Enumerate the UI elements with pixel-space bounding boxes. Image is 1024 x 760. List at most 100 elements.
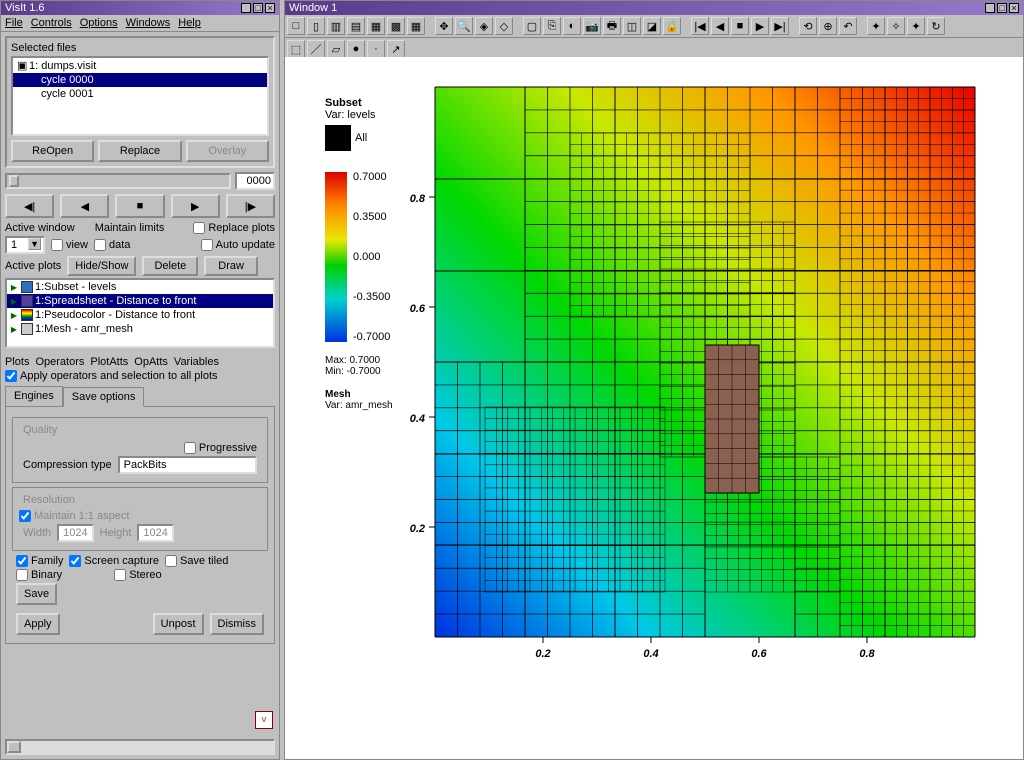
toggle-spin-icon[interactable]: ↻ [927,17,945,35]
save-button[interactable]: Save [16,583,57,605]
box-tool-icon[interactable]: ⬚ [287,40,305,58]
plot-list[interactable]: ▶1:Subset - levels ▶1:Spreadsheet - Dist… [5,278,275,348]
menu-help[interactable]: Help [178,17,201,29]
layout-4-icon[interactable]: ▦ [367,17,385,35]
draw-button[interactable]: Draw [204,256,258,276]
expand-icon[interactable]: ▶ [9,310,19,320]
xy-view-icon[interactable]: ✦ [867,17,885,35]
navigate-icon[interactable]: ✥ [435,17,453,35]
plot-item-1[interactable]: ▶1:Spreadsheet - Distance to front [7,294,273,308]
menu-file[interactable]: File [5,17,23,29]
opatts-menu[interactable]: OpAtts [134,356,168,368]
yz-view-icon[interactable]: ✦ [907,17,925,35]
horizontal-scrollbar[interactable] [5,739,275,755]
delete-button[interactable]: Delete [142,256,198,276]
fast-forward-button[interactable]: |▶ [226,194,275,218]
width-input[interactable]: 1024 [57,524,93,542]
close-icon[interactable]: × [265,3,275,13]
layout-2h-icon[interactable]: ▥ [327,17,345,35]
perspective-icon[interactable]: ◪ [643,17,661,35]
expand-icon[interactable]: ▶ [9,324,19,334]
menu-windows[interactable]: Windows [126,17,171,29]
active-window-dropdown[interactable]: 1 [5,236,45,254]
step-back-button[interactable]: ◀ [60,194,109,218]
axis-tool-icon[interactable]: ↗ [387,40,405,58]
progressive-checkbox[interactable]: Progressive [184,442,257,454]
maximize-icon[interactable]: □ [253,3,263,13]
layout-9-icon[interactable]: ▦ [407,17,425,35]
xz-view-icon[interactable]: ✧ [887,17,905,35]
line-tool-icon[interactable]: ／ [307,40,325,58]
invert-bg-icon[interactable]: ◐ [563,17,581,35]
layout-1-icon[interactable]: ▯ [307,17,325,35]
menu-options[interactable]: Options [80,17,118,29]
tree-minus-icon[interactable]: ▣ [17,59,25,72]
undo-view-icon[interactable]: ↶ [839,17,857,35]
anim-last-icon[interactable]: ▶| [771,17,789,35]
menu-controls[interactable]: Controls [31,17,72,29]
sphere-tool-icon[interactable]: ● [347,40,365,58]
apply-button[interactable]: Apply [16,613,60,635]
visualization-area[interactable]: Subset Var: levels All 0.7000 0.3500 0.0… [285,57,1023,759]
clear-icon[interactable]: ▢ [523,17,541,35]
anim-play-icon[interactable]: ▶ [751,17,769,35]
file-item-1[interactable]: cycle 0001 [13,87,267,101]
plot-item-0[interactable]: ▶1:Subset - levels [7,280,273,294]
save-tiled-checkbox[interactable]: Save tiled [165,555,228,567]
anim-first-icon[interactable]: |◀ [691,17,709,35]
unpost-button[interactable]: Unpost [153,613,204,635]
scrollbar-thumb[interactable] [7,741,21,753]
recenter-icon[interactable]: ⊕ [819,17,837,35]
hideshow-button[interactable]: Hide/Show [67,256,136,276]
zoom-icon[interactable]: 🔍 [455,17,473,35]
stereo-checkbox[interactable]: Stereo [114,569,161,581]
apply-all-checkbox[interactable]: Apply operators and selection to all plo… [5,370,218,382]
family-checkbox[interactable]: Family [16,555,63,567]
file-list[interactable]: ▣ 1: dumps.visit cycle 0000 cycle 0001 [11,56,269,136]
new-window-icon[interactable]: □ [287,17,305,35]
file-dataset[interactable]: ▣ 1: dumps.visit [13,58,267,73]
anim-stop-icon[interactable]: ■ [731,17,749,35]
play-button[interactable]: ▶ [171,194,220,218]
layout-6-icon[interactable]: ▩ [387,17,405,35]
plot-canvas[interactable]: 0.2 0.4 0.6 0.8 0.2 0.4 0.6 0.8 [285,57,1024,757]
expand-icon[interactable]: ▶ [9,296,19,306]
screen-capture-checkbox[interactable]: Screen capture [69,555,159,567]
lock-view-icon[interactable]: 🔒 [663,17,681,35]
replace-button[interactable]: Replace [98,140,181,162]
auto-update-checkbox[interactable]: Auto update [201,239,275,251]
operators-menu[interactable]: Operators [35,356,84,368]
plot-item-2[interactable]: ▶1:Pseudocolor - Distance to front [7,308,273,322]
plotatts-menu[interactable]: PlotAtts [90,356,128,368]
reset-view-icon[interactable]: ⟲ [799,17,817,35]
height-input[interactable]: 1024 [137,524,173,542]
plane-tool-icon[interactable]: ▱ [327,40,345,58]
rewind-button[interactable]: ◀| [5,194,54,218]
stop-button[interactable]: ■ [115,194,164,218]
save-image-icon[interactable]: 📷 [583,17,601,35]
zone-pick-icon[interactable]: ◈ [475,17,493,35]
expand-icon[interactable]: ▶ [9,282,19,292]
data-checkbox[interactable]: data [94,239,130,251]
file-item-0[interactable]: cycle 0000 [13,73,267,87]
view-checkbox[interactable]: view [51,239,88,251]
print-icon[interactable]: 🖶 [603,17,621,35]
layout-2v-icon[interactable]: ▤ [347,17,365,35]
dismiss-button[interactable]: Dismiss [210,613,265,635]
variables-menu[interactable]: Variables [174,356,219,368]
time-counter[interactable]: 0000 [235,172,275,190]
slider-thumb[interactable] [9,175,19,187]
anim-back-icon[interactable]: ◀ [711,17,729,35]
time-slider[interactable] [5,173,231,189]
copy-icon[interactable]: ⎘ [543,17,561,35]
point-tool-icon[interactable]: · [367,40,385,58]
node-pick-icon[interactable]: ◇ [495,17,513,35]
maintain-aspect-checkbox[interactable]: Maintain 1:1 aspect [19,510,261,522]
plot-item-3[interactable]: ▶1:Mesh - amr_mesh [7,322,273,336]
compression-input[interactable]: PackBits [118,456,257,474]
maximize-icon[interactable]: □ [997,3,1007,13]
replace-plots-checkbox[interactable]: Replace plots [193,222,275,234]
tab-save-options[interactable]: Save options [63,387,145,407]
overlay-button[interactable]: Overlay [186,140,269,162]
close-icon[interactable]: × [1009,3,1019,13]
